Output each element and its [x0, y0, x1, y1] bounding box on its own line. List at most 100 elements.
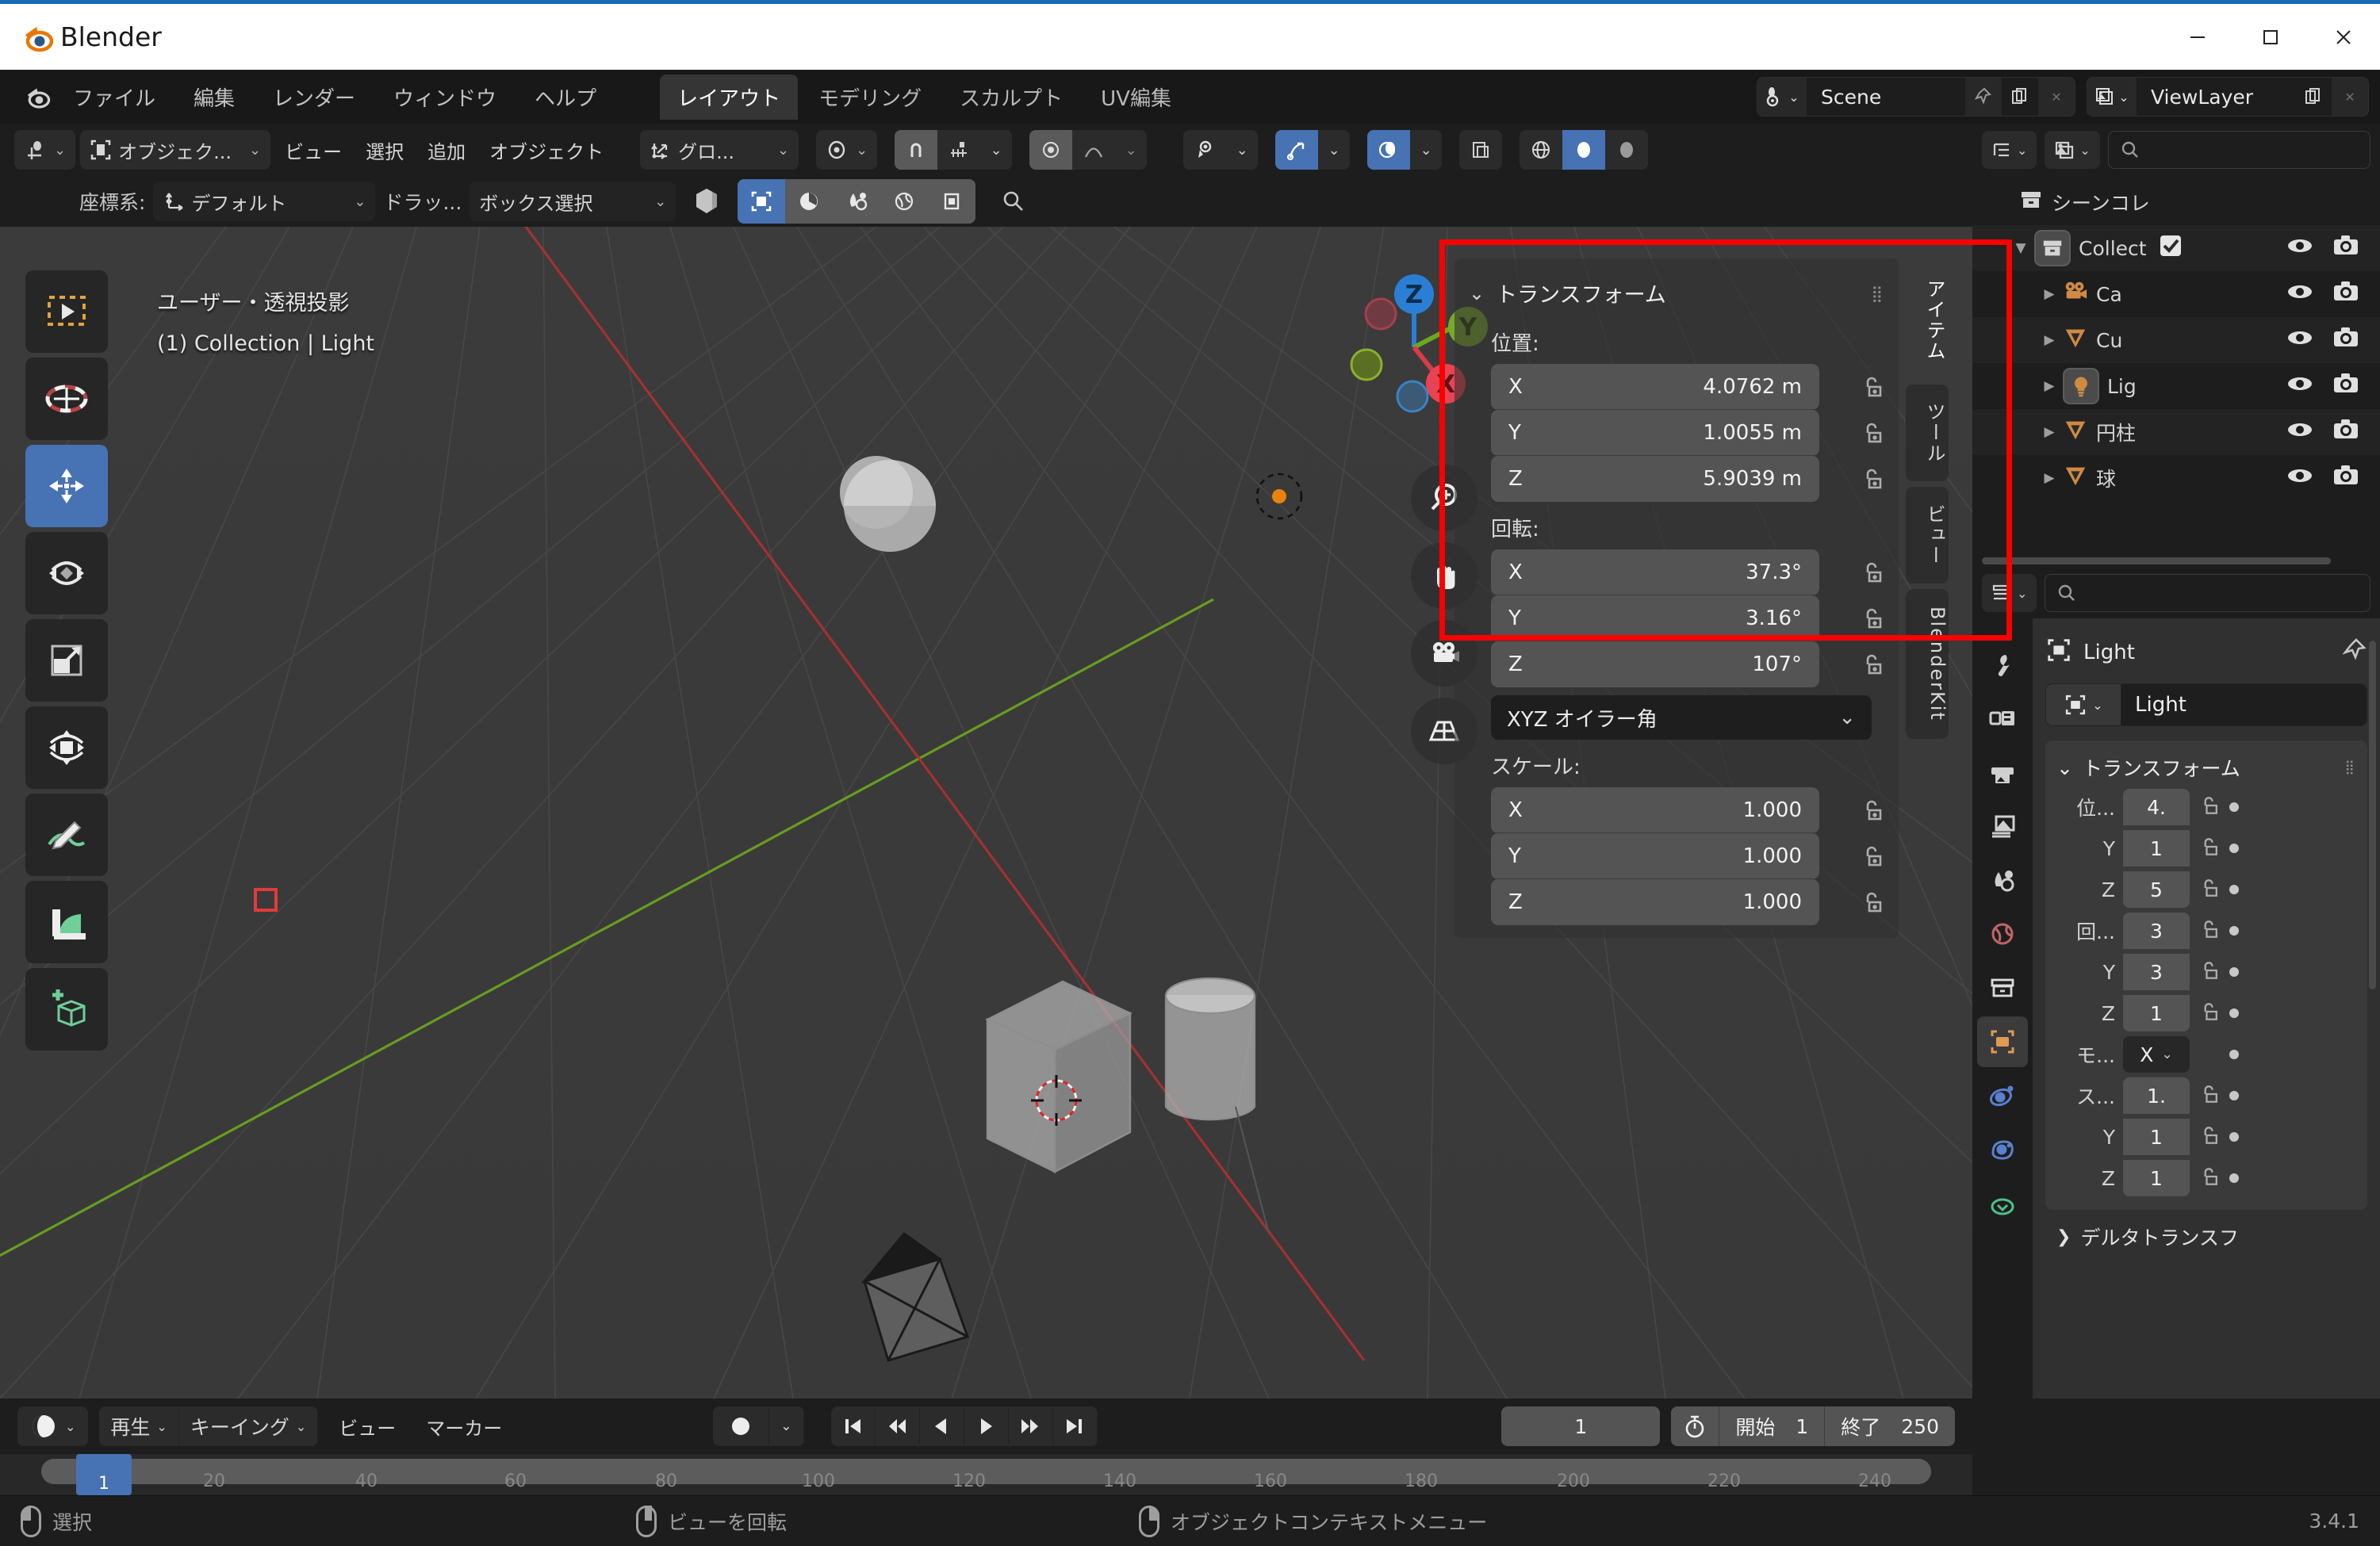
animate-dot[interactable] [2229, 1091, 2239, 1100]
data-tab[interactable] [1977, 1178, 2028, 1229]
object-icon[interactable]: ⌄ [2046, 684, 2121, 725]
animate-dot[interactable] [2229, 1132, 2239, 1142]
snap-settings-icon[interactable] [937, 130, 981, 170]
viewlayer-name[interactable]: ViewLayer [2137, 78, 2295, 116]
prop-rotation-x-field[interactable]: 3 [2123, 913, 2190, 949]
prop-scale-y-field[interactable]: 1 [2123, 1119, 2190, 1155]
jump-end-icon[interactable] [1052, 1406, 1098, 1446]
scene-icon[interactable]: ⌄ [1757, 78, 1807, 116]
output-tab[interactable] [1977, 747, 2028, 798]
camera-icon[interactable] [2332, 370, 2359, 402]
camera-icon[interactable] [2332, 416, 2359, 448]
rotation-z-lock-icon[interactable] [1846, 651, 1899, 678]
timeline-editor-type-button[interactable]: ⌄ [17, 1406, 89, 1446]
gizmo-dropdown-icon[interactable]: ⌄ [1318, 130, 1351, 170]
eye-icon[interactable] [2286, 324, 2313, 356]
scale-z-lock-icon[interactable] [1846, 889, 1899, 916]
outliner-row-cylinder[interactable]: ▶ 円柱 [1972, 409, 2380, 455]
properties-editor-type-button[interactable]: ⌄ [1982, 574, 2037, 612]
play-icon[interactable] [964, 1406, 1009, 1446]
outliner-row-collection[interactable]: ▼ Collect [1972, 225, 2380, 271]
expander-icon[interactable]: ▶ [2036, 378, 2063, 394]
constraints-tab[interactable] [1977, 1124, 2028, 1175]
play-reverse-icon[interactable] [919, 1406, 964, 1446]
transform-tool-button[interactable] [25, 706, 108, 789]
transform-orientation-selector[interactable]: グロ... ⌄ [640, 130, 799, 170]
outliner-row-scene-collection[interactable]: シーンコレ [1972, 179, 2380, 225]
3d-viewport[interactable]: ユーザー・透視投影 (1) Collection | Light Z X アイテ… [0, 227, 1972, 1399]
timeline-ruler[interactable]: 1 20 40 60 80 100 120 140 160 180 200 22… [0, 1454, 1972, 1495]
rotation-z-field[interactable]: Z 107° [1491, 641, 1819, 687]
jump-start-icon[interactable] [830, 1406, 876, 1446]
current-frame-field[interactable]: 1 [1501, 1406, 1661, 1446]
rotation-x-lock-icon[interactable] [1846, 559, 1899, 586]
outliner-search-input[interactable] [2107, 131, 2370, 169]
scale-y-field[interactable]: Y 1.000 [1491, 833, 1819, 879]
menu-window[interactable]: ウィンドウ [378, 76, 512, 118]
expander-icon[interactable]: ▶ [2036, 286, 2063, 302]
rotation-x-field[interactable]: X 37.3° [1491, 549, 1819, 595]
collection-checkbox[interactable] [2158, 233, 2183, 263]
grip-icon[interactable]: ⣿ [1871, 284, 1884, 303]
location-x-field[interactable]: X 4.0762 m [1491, 364, 1819, 410]
prop-scale-x-field[interactable]: 1. [2123, 1077, 2190, 1114]
prop-location-z-field[interactable]: 5 [2123, 871, 2190, 908]
camera-icon[interactable] [2332, 232, 2359, 264]
expander-icon[interactable]: ▶ [2036, 470, 2063, 486]
camera-icon[interactable] [2332, 324, 2359, 356]
scale-y-lock-icon[interactable] [1846, 843, 1899, 870]
add-cube-tool-button[interactable] [25, 968, 108, 1050]
prop-location-x-field[interactable]: 4. [2123, 789, 2190, 825]
expander-icon[interactable]: ▶ [2036, 332, 2063, 348]
delta-transform-panel-header[interactable]: ❯ デルタトランスフ [2045, 1210, 2367, 1264]
viewport-menu-view[interactable]: ビュー [275, 130, 351, 170]
snap-hex-icon[interactable] [684, 185, 730, 218]
mode-selector[interactable]: オブジェク... ⌄ [80, 130, 271, 170]
outliner-row-cube[interactable]: ▶ Cu [1972, 317, 2380, 363]
menu-help[interactable]: ヘルプ [519, 76, 612, 118]
timeline-menu-playback[interactable]: 再生 ⌄ [99, 1406, 179, 1446]
viewport-menu-select[interactable]: 選択 [356, 130, 413, 170]
rotation-y-field[interactable]: Y 3.16° [1491, 595, 1819, 641]
shading-solid-icon[interactable] [1562, 130, 1606, 170]
object-transform-header[interactable]: ⌄ トランスフォーム ⣿ [2045, 748, 2367, 786]
next-keyframe-icon[interactable] [1008, 1406, 1053, 1446]
scale-x-field[interactable]: X 1.000 [1491, 787, 1819, 833]
animate-dot[interactable] [2229, 926, 2239, 936]
prop-scale-z-field[interactable]: 1 [2123, 1160, 2190, 1196]
rotation-mode-dropdown[interactable]: XYZ オイラー角 ⌄ [1491, 695, 1872, 740]
eye-icon[interactable] [2286, 370, 2313, 402]
viewlayer-icon[interactable]: ⌄ [2087, 78, 2137, 116]
globe-icon[interactable] [880, 179, 929, 224]
sidetab-blenderkit[interactable]: BlenderKit [1906, 589, 1949, 739]
timeline-scrollbar[interactable] [41, 1459, 1931, 1484]
lock-icon[interactable] [2198, 959, 2221, 985]
object-name-field[interactable]: Light [2121, 684, 2367, 725]
object-datablock-selector[interactable]: ⌄ Light [2045, 683, 2367, 726]
scale-z-field[interactable]: Z 1.000 [1491, 879, 1819, 925]
timeline-playhead[interactable]: 1 [76, 1454, 132, 1495]
modifier-tab[interactable] [1977, 1070, 2028, 1121]
pivot-point-selector[interactable]: ⌄ [816, 130, 878, 170]
grip-icon[interactable]: ⣿ [2345, 760, 2356, 775]
render-tab[interactable] [1977, 693, 2028, 744]
lock-icon[interactable] [2198, 794, 2221, 821]
animate-dot[interactable] [2229, 1050, 2239, 1059]
annotate-tool-button[interactable] [25, 794, 108, 876]
expander-icon[interactable]: ▶ [2036, 424, 2063, 440]
camera-icon[interactable] [2332, 278, 2359, 310]
menu-render[interactable]: レンダー [257, 76, 371, 118]
lock-icon[interactable] [2198, 1082, 2221, 1109]
tab-layout[interactable]: レイアウト [660, 74, 799, 120]
measure-tool-button[interactable] [25, 881, 108, 963]
properties-scrollbar[interactable] [2369, 641, 2376, 989]
visibility-dropdown-icon[interactable]: ⌄ [1226, 130, 1259, 170]
magnet-icon[interactable] [928, 179, 976, 224]
select-box-icon[interactable] [738, 179, 786, 224]
minimize-button[interactable] [2161, 2, 2234, 72]
falloff-curve-icon[interactable] [1072, 130, 1116, 170]
properties-search-input[interactable] [2045, 574, 2370, 612]
outliner-row-sphere[interactable]: ▶ 球 [1972, 455, 2380, 501]
world-tab[interactable] [1977, 909, 2028, 959]
lock-icon[interactable] [2198, 917, 2221, 944]
